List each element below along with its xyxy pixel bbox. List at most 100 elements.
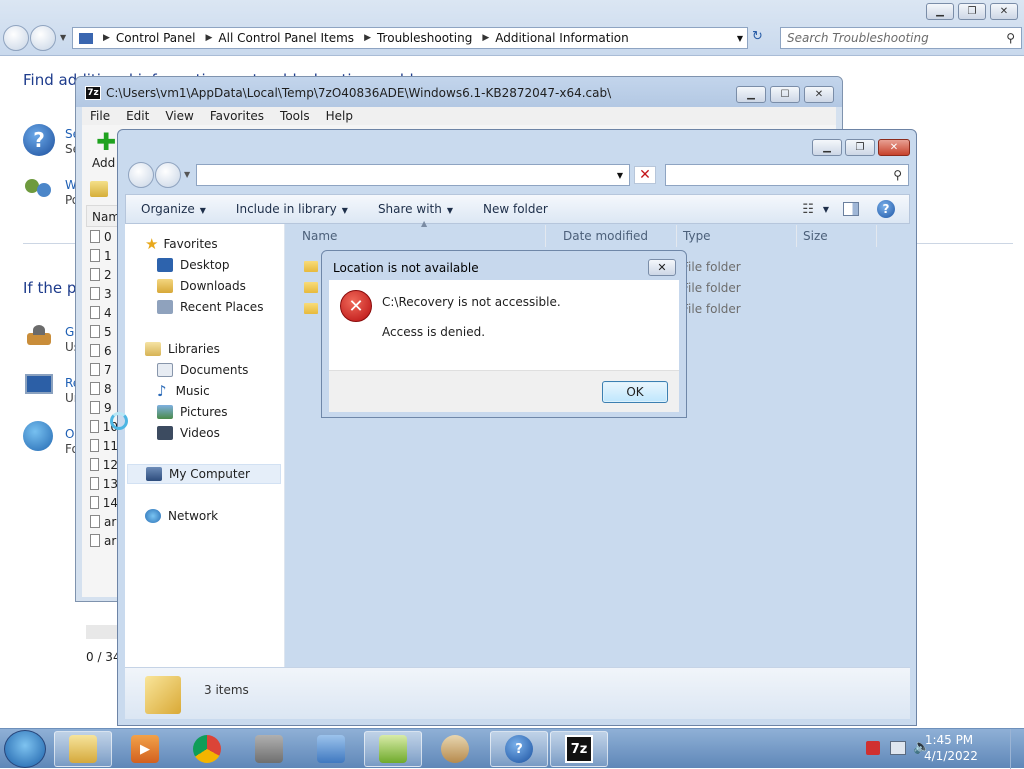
sevenzip-maximize-button[interactable]: ☐ (770, 86, 800, 103)
sevenzip-item-name: ar (104, 514, 117, 529)
sevenzip-titlebar[interactable]: 7z C:\Users\vm1\AppData\Local\Temp\7zO40… (76, 77, 842, 107)
sevenzip-list-item[interactable]: 14 (86, 493, 118, 512)
menu-tools[interactable]: Tools (272, 109, 318, 123)
stop-icon[interactable]: ✕ (634, 166, 656, 184)
history-chevron-icon[interactable]: ▼ (60, 33, 66, 42)
taskbar-help[interactable]: ? (490, 731, 548, 767)
nav-libraries[interactable]: Libraries (145, 339, 220, 359)
show-desktop-button[interactable] (1010, 729, 1024, 769)
share-with-button[interactable]: Share with ▼ (363, 202, 468, 216)
sevenzip-list-item[interactable]: ar (86, 531, 118, 550)
sevenzip-list-item[interactable]: 13 (86, 474, 118, 493)
explorer-back-icon[interactable] (128, 162, 154, 188)
include-library-button[interactable]: Include in library ▼ (221, 202, 363, 216)
taskbar-control-panel[interactable] (302, 731, 360, 767)
network-tray-icon[interactable] (890, 741, 906, 755)
explorer-address-dropdown-icon[interactable]: ▼ (617, 171, 629, 180)
refresh-icon[interactable]: ↻ (752, 29, 763, 44)
explorer-minimize-button[interactable]: ▁ (812, 139, 842, 156)
sevenzip-list-item[interactable]: 1 (86, 246, 118, 265)
forward-icon[interactable] (30, 25, 56, 51)
start-button[interactable] (4, 730, 46, 768)
sevenzip-close-button[interactable]: ✕ (804, 86, 834, 103)
taskbar-firewall[interactable] (240, 731, 298, 767)
sevenzip-list-item[interactable]: 7 (86, 360, 118, 379)
taskbar-chrome[interactable] (178, 731, 236, 767)
sevenzip-list-item[interactable]: 11 (86, 436, 118, 455)
restore-button[interactable]: ❐ (958, 3, 986, 20)
folder-row-2[interactable] (304, 282, 318, 293)
organize-button[interactable]: Organize ▼ (126, 202, 221, 216)
sevenzip-minimize-button[interactable]: ▁ (736, 86, 766, 103)
menu-view[interactable]: View (157, 109, 201, 123)
nav-recent-places[interactable]: Recent Places (157, 297, 263, 317)
sevenzip-list-item[interactable]: 3 (86, 284, 118, 303)
sevenzip-list-item[interactable]: 0 (86, 227, 118, 246)
preview-pane-icon[interactable] (843, 202, 859, 216)
sevenzip-list-item[interactable]: ar (86, 512, 118, 531)
link-5[interactable]: O (65, 427, 74, 441)
search-input[interactable]: Search Troubleshooting ⚲ (780, 27, 1022, 49)
star-icon: ★ (145, 235, 159, 253)
ok-button[interactable]: OK (602, 381, 668, 403)
explorer-help-icon[interactable]: ? (877, 200, 895, 218)
horizontal-scrollbar[interactable] (86, 625, 118, 639)
sevenzip-list-item[interactable]: 2 (86, 265, 118, 284)
column-type[interactable]: Type (677, 225, 797, 247)
folder-row-3[interactable] (304, 303, 318, 314)
explorer-address-bar[interactable]: ▼ (196, 164, 630, 186)
taskbar-7zip[interactable]: 7z (550, 731, 608, 767)
action-center-icon[interactable] (866, 741, 880, 755)
taskbar-notepad[interactable] (364, 731, 422, 767)
nav-documents[interactable]: Documents (157, 360, 248, 380)
nav-my-computer[interactable]: My Computer (127, 464, 281, 484)
close-button[interactable]: ✕ (990, 3, 1018, 20)
breadcrumb-control-panel[interactable]: Control Panel (116, 31, 202, 45)
nav-videos[interactable]: Videos (157, 423, 220, 443)
add-icon[interactable]: ✚ (96, 130, 116, 154)
nav-downloads[interactable]: Downloads (157, 276, 246, 296)
nav-network[interactable]: Network (145, 506, 218, 526)
column-date-modified[interactable]: Date modified (557, 225, 677, 247)
menu-favorites[interactable]: Favorites (202, 109, 272, 123)
dialog-close-button[interactable]: ✕ (648, 259, 676, 276)
minimize-button[interactable]: ▁ (926, 3, 954, 20)
clock[interactable]: 1:45 PM 4/1/2022 (924, 732, 978, 764)
views-icon[interactable]: ☷ (798, 202, 818, 217)
explorer-forward-icon[interactable] (155, 162, 181, 188)
column-name[interactable]: Name (296, 225, 546, 247)
explorer-maximize-button[interactable]: ❐ (845, 139, 875, 156)
menu-help[interactable]: Help (318, 109, 361, 123)
address-dropdown-icon[interactable]: ▼ (737, 34, 747, 43)
breadcrumb-additional-info[interactable]: Additional Information (495, 31, 635, 45)
sevenzip-list-item[interactable]: 8 (86, 379, 118, 398)
explorer-search-input[interactable]: ⚲ (665, 164, 909, 186)
explorer-close-button[interactable]: ✕ (878, 139, 910, 156)
nav-music[interactable]: ♪ Music (157, 381, 210, 401)
folder-row-1[interactable] (304, 261, 318, 272)
sevenzip-list-item[interactable]: 4 (86, 303, 118, 322)
column-name-header[interactable]: Nam (86, 205, 120, 227)
back-icon[interactable] (3, 25, 29, 51)
taskbar-explorer[interactable] (54, 731, 112, 767)
address-bar[interactable]: ▶ Control Panel ▶ All Control Panel Item… (72, 27, 748, 49)
nav-desktop[interactable]: Desktop (157, 255, 230, 275)
nav-favorites[interactable]: ★ Favorites (145, 234, 218, 254)
nav-pictures[interactable]: Pictures (157, 402, 228, 422)
sevenzip-list-item[interactable]: 12 (86, 455, 118, 474)
sevenzip-list-item[interactable]: 6 (86, 341, 118, 360)
sevenzip-list-item[interactable]: 5 (86, 322, 118, 341)
breadcrumb-troubleshooting[interactable]: Troubleshooting (377, 31, 478, 45)
taskbar-media-player[interactable]: ▶ (116, 731, 174, 767)
taskbar-paint[interactable] (426, 731, 484, 767)
column-headers: Name Date modified Type Size ▲ (286, 219, 910, 247)
menu-edit[interactable]: Edit (118, 109, 157, 123)
column-size[interactable]: Size (797, 225, 877, 247)
views-dropdown-icon[interactable]: ▼ (823, 205, 843, 214)
new-folder-button[interactable]: New folder (468, 202, 563, 216)
menu-file[interactable]: File (82, 109, 118, 123)
breadcrumb-all-items[interactable]: All Control Panel Items (218, 31, 360, 45)
add-button[interactable]: Add (92, 156, 115, 170)
explorer-history-icon[interactable]: ▼ (184, 170, 190, 179)
up-folder-icon[interactable] (90, 181, 108, 197)
